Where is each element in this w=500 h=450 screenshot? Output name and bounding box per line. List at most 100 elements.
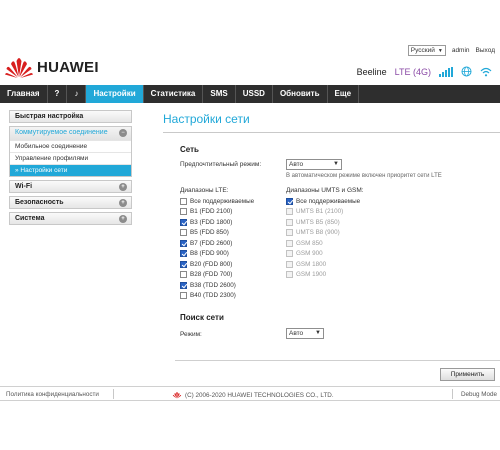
debug-mode-link[interactable]: Debug Mode <box>461 391 497 398</box>
lte-band-checkbox[interactable]: B20 (FDD 800) <box>180 259 232 269</box>
checkbox-checked-icon[interactable] <box>180 218 187 226</box>
sidebar-item-security[interactable]: Безопасность + <box>9 196 132 209</box>
lte-band-checkbox[interactable]: B38 (TDD 2600) <box>180 280 236 290</box>
main-nav: Главная ? ♪ Настройки Статистика SMS USS… <box>0 85 500 103</box>
nav-statistics[interactable]: Статистика <box>144 85 204 103</box>
lte-band-checkbox[interactable]: Все поддерживаемые <box>180 196 254 206</box>
checkbox-unchecked-icon[interactable] <box>180 208 187 215</box>
logout-link[interactable]: Выход <box>476 47 495 54</box>
sidebar-item-profile-management[interactable]: Управление профилями <box>10 152 131 164</box>
umts-band-checkbox: GSM 850 <box>286 238 323 248</box>
network-type: LTE (4G) <box>394 66 431 77</box>
sidebar-item-wifi[interactable]: Wi-Fi + <box>9 180 132 193</box>
brand-name: HUAWEI <box>37 58 99 76</box>
preferred-mode-label: Предпочтительный режим: <box>180 161 262 168</box>
sidebar-item-quick-setup[interactable]: Быстрая настройка <box>9 110 132 123</box>
umts-band-label: GSM 1800 <box>296 260 327 268</box>
sidebar-group-label: Коммутируемое соединение <box>15 129 108 136</box>
checkbox-checked-icon[interactable] <box>180 260 187 268</box>
lte-band-label: B7 (FDD 2600) <box>190 239 233 247</box>
umts-band-checkbox: UMTS B1 (2100) <box>286 207 343 217</box>
checkbox-unchecked-icon <box>286 239 293 247</box>
checkbox-unchecked-icon[interactable] <box>180 292 187 299</box>
checkbox-unchecked-icon <box>286 260 293 268</box>
privacy-link[interactable]: Политика конфиденциальности <box>6 391 99 398</box>
chevron-down-icon: ▼ <box>437 47 443 54</box>
lte-band-checkbox[interactable]: B5 (FDD 850) <box>180 228 229 238</box>
sidebar-item-network-settings[interactable]: » Настройки сети <box>10 164 131 176</box>
search-mode-value: Авто <box>289 330 304 337</box>
umts-band-checkbox: GSM 1800 <box>286 259 326 269</box>
nav-more[interactable]: Еще <box>328 85 360 103</box>
sidebar-group-dialup: Коммутируемое соединение − Мобильное сое… <box>9 126 132 177</box>
lte-band-checkbox[interactable]: B3 (FDD 1800) <box>180 217 232 227</box>
apply-button[interactable]: Применить <box>440 368 495 381</box>
nav-bell-icon[interactable]: ♪ <box>67 85 87 103</box>
footer-separator <box>452 389 453 399</box>
expand-icon[interactable]: + <box>119 215 127 223</box>
checkbox-unchecked-icon[interactable] <box>180 197 187 205</box>
sidebar-item-system[interactable]: Система + <box>9 212 132 225</box>
nav-update[interactable]: Обновить <box>273 85 328 103</box>
lte-band-checkbox[interactable]: B1 (FDD 2100) <box>180 207 232 217</box>
preferred-mode-select[interactable]: Авто ▼ <box>286 159 342 170</box>
search-mode-select[interactable]: Авто ▼ <box>286 328 324 339</box>
umts-band-label: UMTS B8 (900) <box>296 229 340 236</box>
wifi-icon <box>480 67 492 76</box>
expand-icon[interactable]: + <box>119 199 127 207</box>
huawei-logo: HUAWEI <box>4 55 99 79</box>
nav-ussd[interactable]: USSD <box>236 85 273 103</box>
lte-band-label: Все поддерживаемые <box>190 197 255 205</box>
umts-bands-label: Диапазоны UMTS и GSM: <box>286 187 364 194</box>
checkbox-checked-icon[interactable] <box>180 239 187 247</box>
sidebar-group-header[interactable]: Коммутируемое соединение − <box>10 127 131 140</box>
checkbox-unchecked-icon <box>286 271 293 278</box>
copyright-text: (C) 2006-2020 HUAWEI TECHNOLOGIES CO., L… <box>185 391 334 399</box>
checkbox-checked-icon[interactable] <box>286 197 293 205</box>
preferred-mode-value: Авто <box>289 161 304 168</box>
checkbox-unchecked-icon <box>286 218 293 226</box>
expand-icon[interactable]: + <box>119 183 127 191</box>
umts-band-label: GSM 1900 <box>296 271 327 278</box>
language-select[interactable]: Русский ▼ <box>407 45 446 56</box>
search-mode-label: Режим: <box>180 331 202 338</box>
lte-band-label: B40 (TDD 2300) <box>190 292 236 299</box>
collapse-icon[interactable]: − <box>119 129 127 137</box>
sidebar: Быстрая настройка Коммутируемое соединен… <box>9 110 132 228</box>
checkbox-unchecked-icon[interactable] <box>180 271 187 278</box>
signal-strength-icon <box>439 66 453 77</box>
umts-band-checkbox[interactable]: Все поддерживаемые <box>286 196 360 206</box>
chevron-down-icon: ▼ <box>315 330 321 336</box>
checkbox-checked-icon[interactable] <box>180 281 187 289</box>
lte-band-checkbox[interactable]: B8 (FDD 900) <box>180 249 229 259</box>
nav-home[interactable]: Главная <box>0 85 48 103</box>
umts-band-checkbox: GSM 900 <box>286 249 323 259</box>
lte-band-checkbox[interactable]: B28 (FDD 700) <box>180 270 232 280</box>
globe-icon <box>461 66 472 77</box>
page-title: Настройки сети <box>163 112 500 133</box>
checkbox-unchecked-icon[interactable] <box>180 229 187 236</box>
nav-help[interactable]: ? <box>48 85 68 103</box>
umts-band-label: UMTS B1 (2100) <box>296 208 344 215</box>
sidebar-item-label: Быстрая настройка <box>15 113 84 120</box>
nav-settings[interactable]: Настройки <box>86 85 144 103</box>
umts-band-label: GSM 850 <box>296 239 323 247</box>
sidebar-item-label: Wi-Fi <box>15 183 33 190</box>
user-name: admin <box>451 47 470 54</box>
huawei-flower-icon <box>5 58 33 78</box>
nav-sms[interactable]: SMS <box>203 85 236 103</box>
umts-band-checkbox: GSM 1900 <box>286 270 326 280</box>
sidebar-item-mobile-connection[interactable]: Мобильное соединение <box>10 140 131 152</box>
umts-band-label: UMTS B5 (850) <box>296 218 340 226</box>
footer-separator <box>113 389 114 399</box>
umts-band-checkbox: UMTS B8 (900) <box>286 228 340 238</box>
umts-band-checkbox: UMTS B5 (850) <box>286 217 340 227</box>
lte-band-checkbox[interactable]: B7 (FDD 2600) <box>180 238 232 248</box>
utility-bar: Русский ▼ admin Выход <box>407 45 495 56</box>
sidebar-item-label: Безопасность <box>15 199 64 206</box>
huawei-small-logo-icon <box>172 392 182 399</box>
main-content: Настройки сети <box>163 112 500 133</box>
lte-band-label: B3 (FDD 1800) <box>190 218 233 226</box>
lte-band-checkbox[interactable]: B40 (TDD 2300) <box>180 291 236 301</box>
checkbox-checked-icon[interactable] <box>180 250 187 257</box>
